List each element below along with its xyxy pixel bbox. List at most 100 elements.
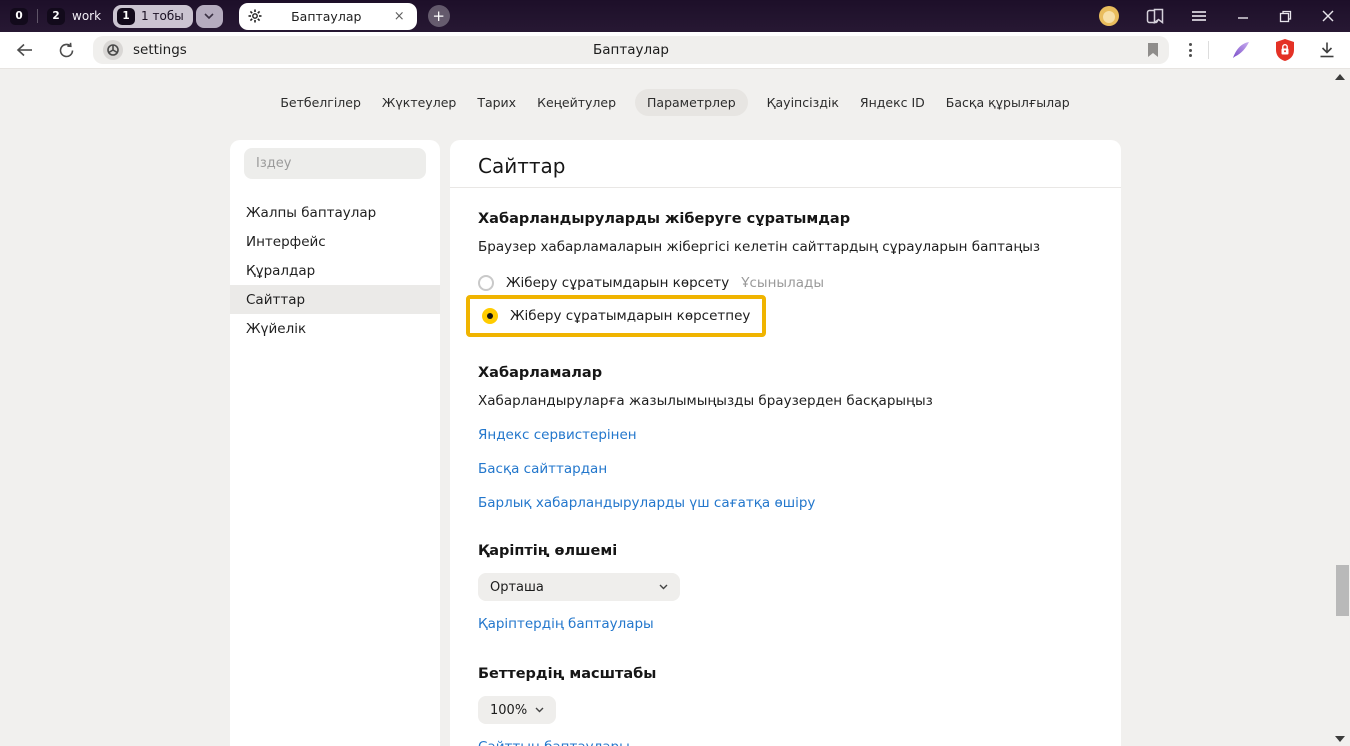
- chevron-down-icon: [204, 13, 214, 19]
- sidebar-list: Жалпы баптаулар Интерфейс Құралдар Сайтт…: [230, 198, 440, 343]
- link-mute-all-notifications[interactable]: Барлық хабарландыруларды үш сағатқа өшір…: [478, 495, 815, 511]
- bookmark-button[interactable]: [1147, 42, 1159, 58]
- minimize-icon: [1237, 10, 1249, 22]
- settings-search[interactable]: [244, 148, 426, 179]
- side-panel-button[interactable]: [1145, 6, 1165, 26]
- heading-divider: [450, 187, 1121, 188]
- browser-window: 0 2 work 1 1 тобы: [0, 0, 1350, 746]
- feather-icon: [1230, 39, 1252, 61]
- font-size-title: Қаріптің өлшемі: [478, 541, 1093, 561]
- page-zoom-select[interactable]: 100%: [478, 696, 556, 724]
- link-yandex-services[interactable]: Яндекс сервистерінен: [478, 427, 637, 443]
- titlebar-right: [1099, 6, 1350, 26]
- back-arrow-icon: [16, 43, 34, 57]
- tab-strip: 0 2 work 1 1 тобы: [0, 3, 450, 30]
- sidebar-item-system[interactable]: Жүйелік: [230, 314, 440, 343]
- panel-bookmark-icon: [1145, 6, 1165, 26]
- active-tab-settings[interactable]: Баптаулар ×: [239, 3, 417, 30]
- workspace-count-badge[interactable]: 2: [47, 8, 65, 25]
- page-zoom-value: 100%: [490, 703, 527, 718]
- notification-requests-description: Браузер хабарламаларын жібергісі келетін…: [478, 238, 1093, 257]
- notifications-title: Хабарламалар: [478, 363, 1093, 383]
- radio-unselected-icon[interactable]: [478, 275, 494, 291]
- tab-bookmarks[interactable]: Бетбелгілер: [278, 89, 363, 116]
- tab-extensions[interactable]: Кеңейтулер: [535, 89, 618, 116]
- workspace-label[interactable]: work: [72, 9, 101, 23]
- notification-requests-title: Хабарландыруларды жіберуге сұратымдар: [478, 209, 1093, 229]
- recommended-hint: Ұсынылады: [741, 275, 824, 291]
- tab-group-pill[interactable]: 1 1 тобы: [113, 5, 193, 28]
- protect-button[interactable]: [1274, 38, 1296, 62]
- url-text[interactable]: settings: [133, 42, 187, 58]
- toolbar-divider: [1208, 41, 1209, 59]
- downloads-button[interactable]: [1318, 41, 1336, 59]
- close-icon: [1322, 10, 1334, 22]
- tab-group-label: 1 тобы: [141, 9, 184, 23]
- pinned-tabs-badge[interactable]: 0: [10, 8, 28, 25]
- sidebar-item-sites[interactable]: Сайттар: [230, 285, 440, 314]
- download-icon: [1318, 41, 1336, 59]
- menu-button[interactable]: [1191, 10, 1207, 22]
- page-title: Баптаулар: [93, 42, 1169, 58]
- font-size-select[interactable]: Орташа: [478, 573, 680, 601]
- tab-security[interactable]: Қауіпсіздік: [765, 89, 841, 116]
- scrollbar-up-arrow[interactable]: [1335, 74, 1345, 80]
- bookmark-flag-icon: [1147, 42, 1159, 58]
- tab-history[interactable]: Тарих: [475, 89, 518, 116]
- search-input[interactable]: [256, 156, 414, 171]
- tab-yandex-id[interactable]: Яндекс ID: [858, 89, 927, 116]
- settings-nav-tabs: Бетбелгілер Жүктеулер Тарих Кеңейтулер П…: [0, 89, 1350, 116]
- font-size-value: Орташа: [490, 580, 544, 595]
- feather-mode-button[interactable]: [1230, 39, 1252, 61]
- link-font-settings[interactable]: Қаріптердің баптаулары: [478, 616, 654, 632]
- maximize-button[interactable]: [1279, 10, 1292, 23]
- tab-downloads[interactable]: Жүктеулер: [380, 89, 458, 116]
- tab-group-count-badge: 1: [117, 8, 135, 25]
- new-tab-button[interactable]: +: [428, 5, 450, 27]
- hamburger-icon: [1191, 10, 1207, 22]
- radio-option-show-requests[interactable]: Жіберу сұратымдарын көрсету Ұсынылады: [478, 272, 1093, 293]
- radio-label: Жіберу сұратымдарын көрсетпеу: [510, 308, 750, 324]
- gear-icon: [248, 9, 262, 23]
- radio-label: Жіберу сұратымдарын көрсету: [506, 275, 729, 291]
- shield-lock-icon: [1274, 38, 1296, 62]
- settings-content: Сайттар Хабарландыруларды жіберуге сұрат…: [450, 140, 1121, 746]
- sidebar-item-general[interactable]: Жалпы баптаулар: [230, 198, 440, 227]
- address-menu-button[interactable]: [1183, 39, 1198, 61]
- link-site-settings[interactable]: Сайттың баптаулары: [478, 739, 630, 746]
- titlebar: 0 2 work 1 1 тобы: [0, 0, 1350, 32]
- minimize-button[interactable]: [1237, 10, 1249, 22]
- link-other-sites[interactable]: Басқа сайттардан: [478, 461, 607, 477]
- settings-sidebar: Жалпы баптаулар Интерфейс Құралдар Сайтт…: [230, 140, 440, 746]
- notification-requests-options: Жіберу сұратымдарын көрсету Ұсынылады Жі…: [478, 272, 1093, 337]
- scrollbar-thumb[interactable]: [1336, 565, 1349, 616]
- sidebar-item-tools[interactable]: Құралдар: [230, 256, 440, 285]
- notifications-links: Яндекс сервистерінен Басқа сайттардан Ба…: [478, 424, 1093, 511]
- sidebar-item-interface[interactable]: Интерфейс: [230, 227, 440, 256]
- tab-title: Баптаулар: [262, 9, 391, 24]
- tab-settings[interactable]: Параметрлер: [635, 89, 748, 116]
- content-heading: Сайттар: [478, 140, 1093, 180]
- profile-avatar[interactable]: [1099, 6, 1119, 26]
- chevron-down-icon: [535, 707, 544, 713]
- yandex-browser-icon: [107, 44, 119, 56]
- address-bar[interactable]: settings Баптаулар: [93, 36, 1169, 64]
- site-favicon: [103, 40, 123, 60]
- tabstrip-divider: [37, 9, 38, 23]
- back-button[interactable]: [12, 39, 38, 61]
- scrollbar-down-arrow[interactable]: [1335, 736, 1345, 742]
- notifications-description: Хабарландыруларға жазылымыңызды браузерд…: [478, 392, 1093, 411]
- reload-icon: [58, 42, 75, 59]
- radio-selected-icon[interactable]: [482, 308, 498, 324]
- browser-toolbar: settings Баптаулар: [0, 32, 1350, 69]
- settings-page: Бетбелгілер Жүктеулер Тарих Кеңейтулер П…: [0, 69, 1350, 746]
- tab-other-devices[interactable]: Басқа құрылғылар: [944, 89, 1072, 116]
- chevron-down-icon: [659, 584, 668, 590]
- page-zoom-title: Беттердің масштабы: [478, 664, 1093, 684]
- tab-group-chevron-button[interactable]: [196, 5, 223, 28]
- tab-close-icon[interactable]: ×: [391, 8, 408, 25]
- radio-option-hide-requests[interactable]: Жіберу сұратымдарын көрсетпеу: [482, 305, 750, 327]
- close-window-button[interactable]: [1322, 10, 1334, 22]
- reload-button[interactable]: [54, 38, 79, 63]
- highlight-box: Жіберу сұратымдарын көрсетпеу: [466, 295, 766, 337]
